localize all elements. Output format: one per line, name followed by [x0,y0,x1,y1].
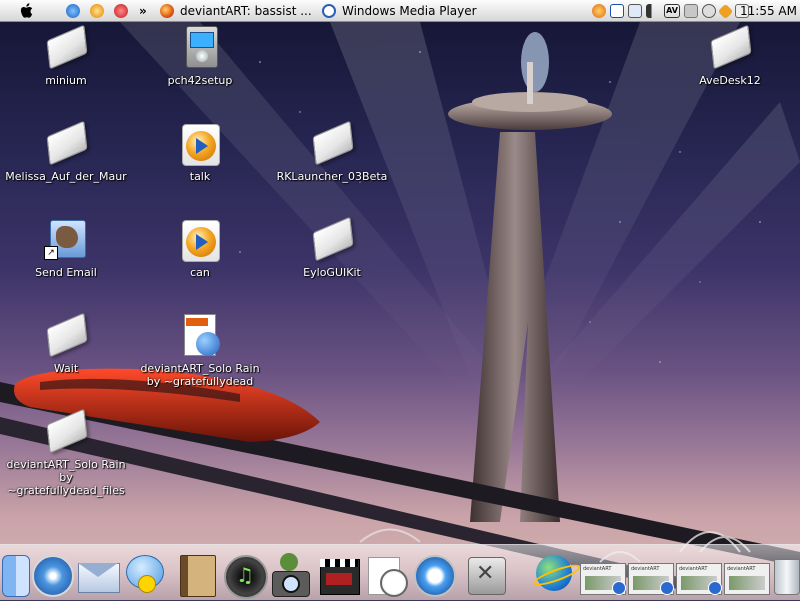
media-player-icon [182,124,220,166]
space-needle-spire [527,62,533,104]
desktop-icon-label: AveDesk12 [699,74,761,87]
disk-tray-icon[interactable] [702,4,716,18]
imovie-icon[interactable] [316,551,362,597]
installer-icon [176,24,224,72]
desktop-icon-label: Send Email [35,266,97,279]
desktop-icon-solo-rain[interactable]: deviantART_Solo Rain by ~gratefullydead [134,312,266,388]
mail-shortcut-icon: ↗ [42,216,90,264]
taskbar-item-label: deviantART: bassist ... [180,4,312,18]
desktop-icon-melissa[interactable]: Melissa_Auf_der_Maur [0,120,132,183]
firefox-tray-icon[interactable] [592,4,606,18]
system-preferences-icon[interactable]: ✕ [464,551,510,597]
av-icon[interactable]: AV [664,4,680,18]
trash-icon[interactable] [772,551,800,597]
blank-document-icon [46,408,88,454]
desktop-icon-can[interactable]: can [134,216,266,279]
thumbnail-text: deviantART [583,566,612,572]
desktop-wallpaper [0,22,800,592]
desktop-icon-label: Wait [53,362,79,375]
desktop-icon-minium[interactable]: minium [0,24,132,87]
window-thumbnail-icon[interactable]: deviantART [626,551,674,597]
thumbnail-text: deviantART [727,566,756,572]
desktop-icon-label: deviantART_Solo Rain by ~gratefullydead_… [6,458,126,497]
desktop-icon-send-email[interactable]: ↗ Send Email [0,216,132,279]
desktop-icon-eyloguikit[interactable]: EyloGUIKit [266,216,398,279]
menu-clock[interactable]: 11:55 AM [740,2,797,20]
window-thumbnail-icon[interactable]: deviantART [578,551,626,597]
taskbar-item-firefox[interactable]: deviantART: bassist ... [160,2,312,20]
desktop-icon-label: deviantART_Solo Rain by ~gratefullydead [140,362,260,388]
itunes-icon[interactable]: ♫ [222,551,268,599]
menu-bar: » deviantART: bassist ... Windows Media … [0,0,800,22]
window-thumbnail-icon[interactable]: deviantART [674,551,722,597]
blank-document-icon [312,120,354,166]
thumbnail-text: deviantART [679,566,708,572]
media-player-icon [182,220,220,262]
beacon-glow [521,32,549,92]
system-tray: AV [590,2,751,20]
window-thumbnail-icon[interactable]: deviantART [722,551,770,597]
speaker-icon[interactable] [646,4,660,18]
blank-document-icon [710,24,752,70]
taskbar-item-wmp[interactable]: Windows Media Player [322,2,477,20]
quicktime-icon[interactable] [410,551,456,597]
shield-icon[interactable] [717,3,734,19]
firefox-icon [160,4,174,18]
media-player-quicklaunch-icon[interactable] [90,2,104,20]
mail-icon[interactable] [76,551,122,597]
windows-media-player-icon [322,4,336,18]
desktop-icon-label: can [190,266,210,279]
thumbnail-text: deviantART [631,566,660,572]
blank-document-icon [312,216,354,262]
desktop-icon-label: pch42setup [167,74,233,87]
internet-globe-icon[interactable] [531,551,583,597]
desktop-icon-wait[interactable]: Wait [0,312,132,375]
desktop-icon-label: RKLauncher_03Beta [276,170,388,183]
blank-document-icon [46,312,88,358]
html-document-icon [176,312,224,360]
desktop-icon-talk[interactable]: talk [134,120,266,183]
desktop-icon-avedesk12[interactable]: AveDesk12 [664,24,796,87]
blank-document-icon [46,24,88,70]
ichat-icon[interactable] [124,551,170,597]
dock: ♫ ✕ deviantART deviantART deviantART dev… [0,544,800,601]
network-tray-icon[interactable] [628,4,642,18]
mail-tray-icon[interactable] [610,4,624,18]
address-book-icon[interactable] [176,551,222,597]
ical-icon[interactable] [362,551,408,597]
apple-icon [20,3,33,18]
ie-icon[interactable] [66,2,80,20]
mail-quicklaunch-icon[interactable] [114,2,128,20]
desktop-icon-label: Melissa_Auf_der_Maur [5,170,127,183]
taskbar-item-label: Windows Media Player [342,4,477,18]
more-chevron[interactable]: » [139,2,147,20]
iphoto-icon[interactable] [268,551,314,597]
desktop-icon-label: talk [189,170,211,183]
safari-icon[interactable] [30,551,76,597]
desktop-icon-label: minium [45,74,87,87]
desktop-icon-solo-rain-files[interactable]: deviantART_Solo Rain by ~gratefullydead_… [0,408,132,497]
apple-menu-button[interactable] [20,2,34,20]
desktop-icon-pch42setup[interactable]: pch42setup [134,24,266,87]
desktop-icon-rklauncher[interactable]: RKLauncher_03Beta [266,120,398,183]
blank-document-icon [46,120,88,166]
desktop-icon-label: EyloGUIKit [303,266,361,279]
display-tray-icon[interactable] [684,4,698,18]
